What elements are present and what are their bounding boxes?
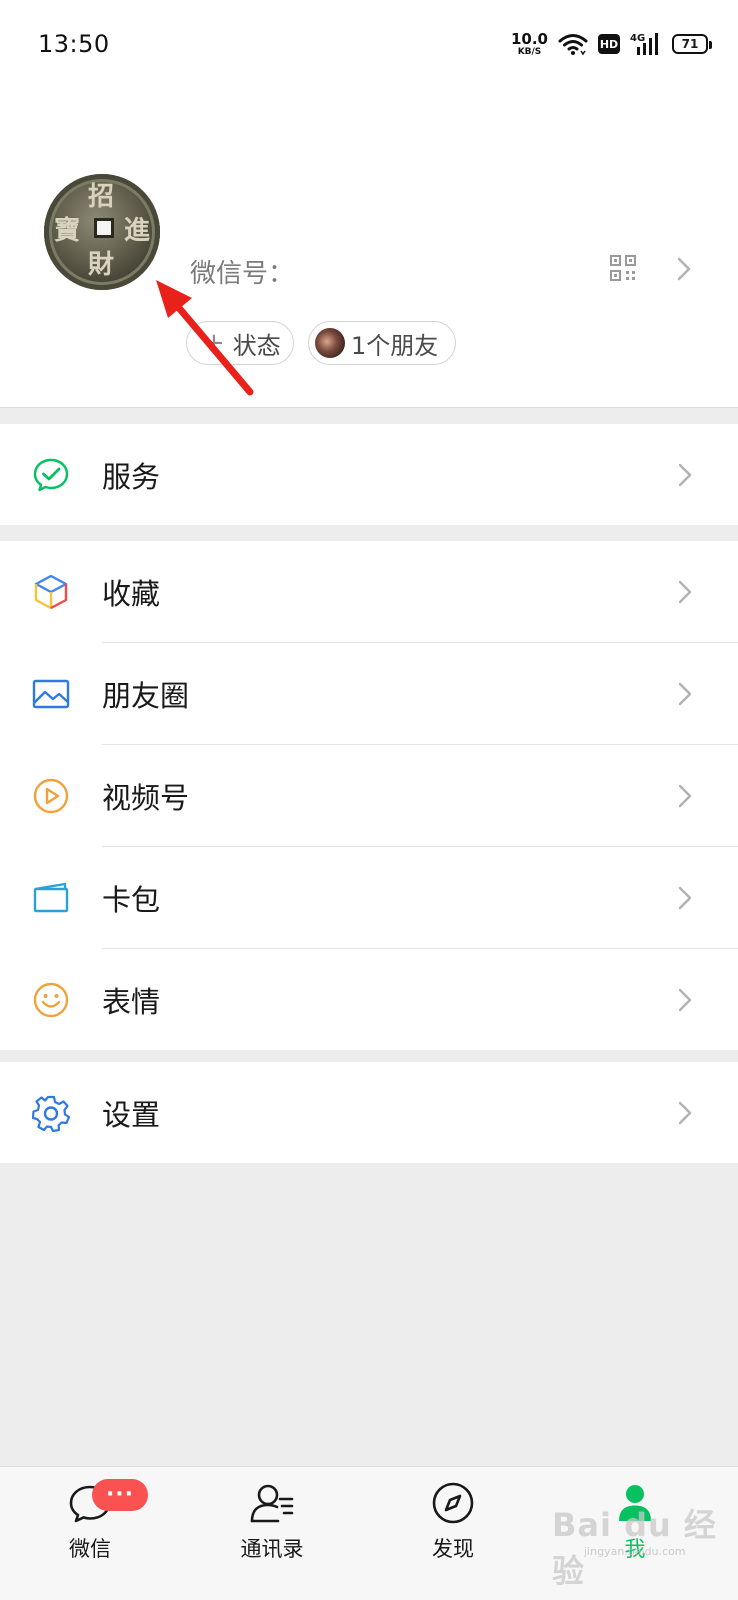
menu-label-settings: 设置 [102, 1097, 161, 1132]
contacts-icon [250, 1484, 294, 1523]
card-wallet-icon [33, 882, 69, 912]
tab-discover[interactable]: 发现 [393, 1467, 513, 1600]
tab-label-discover: 发现 [432, 1537, 474, 1561]
avatar-glyph-left: 寶 [54, 216, 81, 246]
chevron-right-icon [678, 463, 692, 486]
annotation-arrow [156, 280, 254, 396]
menu-label-stickers: 表情 [102, 984, 161, 1019]
menu-label-moments: 朋友圈 [102, 678, 190, 713]
net-speed-value: 10.0 [510, 29, 548, 48]
features-section: 收藏 朋友圈 视频号 卡包 表情 [0, 541, 738, 1050]
menu-item-services[interactable]: 服务 [0, 424, 738, 525]
status-bar: 13:50 10.0 KB/S HD 4G 71 [0, 0, 738, 90]
avatar-glyph-top: 招 [88, 182, 115, 212]
tab-contacts[interactable]: 通讯录 [212, 1467, 332, 1600]
settings-gear-icon [32, 1095, 70, 1132]
tab-label-contacts: 通讯录 [240, 1537, 304, 1561]
menu-item-stickers[interactable]: 表情 [0, 949, 738, 1050]
menu-label-favorites: 收藏 [102, 576, 161, 611]
friends-pill[interactable]: 1个朋友 [308, 321, 456, 365]
signal-icon: 4G [630, 33, 658, 55]
menu-label-services: 服务 [102, 459, 161, 494]
profile-header: 招 進 財 寶 微信号： + 状态 1个朋友 [0, 90, 738, 408]
wifi-icon [558, 34, 588, 56]
menu-item-favorites[interactable]: 收藏 [0, 541, 738, 642]
avatar-glyph-right: 進 [124, 216, 151, 246]
channels-play-icon [33, 778, 69, 813]
settings-section: 设置 [0, 1062, 738, 1163]
avatar-coin-hole [94, 218, 114, 238]
cellular-label: 4G [630, 33, 645, 44]
watermark-url: jingyan.baidu.com [584, 1545, 686, 1558]
menu-item-settings[interactable]: 设置 [0, 1062, 738, 1163]
friends-pill-label: 1个朋友 [351, 331, 439, 360]
chevron-right-icon [678, 784, 692, 807]
hd-badge: HD [598, 34, 620, 54]
avatar-glyph-bottom: 財 [88, 250, 115, 280]
net-speed-unit: KB/S [517, 46, 542, 57]
chevron-right-icon [678, 886, 692, 909]
menu-label-card-wallet: 卡包 [102, 882, 161, 917]
chevron-right-icon[interactable] [676, 256, 692, 282]
favorites-cube-icon [34, 574, 68, 609]
chevron-right-icon [678, 580, 692, 603]
battery-indicator: 71 [672, 34, 712, 54]
menu-label-channels: 视频号 [102, 780, 190, 815]
services-icon [33, 458, 69, 491]
tab-label-chats: 微信 [69, 1537, 111, 1561]
menu-item-card-wallet[interactable]: 卡包 [0, 847, 738, 948]
moments-picture-icon [32, 679, 70, 708]
chevron-right-icon [678, 682, 692, 705]
friend-avatar [315, 328, 345, 358]
avatar[interactable]: 招 進 財 寶 [44, 174, 160, 290]
status-time: 13:50 [38, 30, 110, 58]
net-speed-indicator: 10.0 KB/S [510, 29, 548, 57]
menu-item-moments[interactable]: 朋友圈 [0, 643, 738, 744]
menu-item-channels[interactable]: 视频号 [0, 745, 738, 846]
tab-chats[interactable]: 微信 ··· [30, 1467, 150, 1600]
chevron-right-icon [678, 988, 692, 1011]
unread-badge: ··· [92, 1479, 148, 1511]
chevron-right-icon [678, 1101, 692, 1124]
services-section: 服务 [0, 424, 738, 525]
qr-code-icon[interactable] [610, 255, 636, 281]
stickers-smile-icon [33, 982, 69, 1017]
status-icons: 10.0 KB/S HD 4G 71 [510, 28, 712, 60]
compass-icon [432, 1482, 474, 1524]
